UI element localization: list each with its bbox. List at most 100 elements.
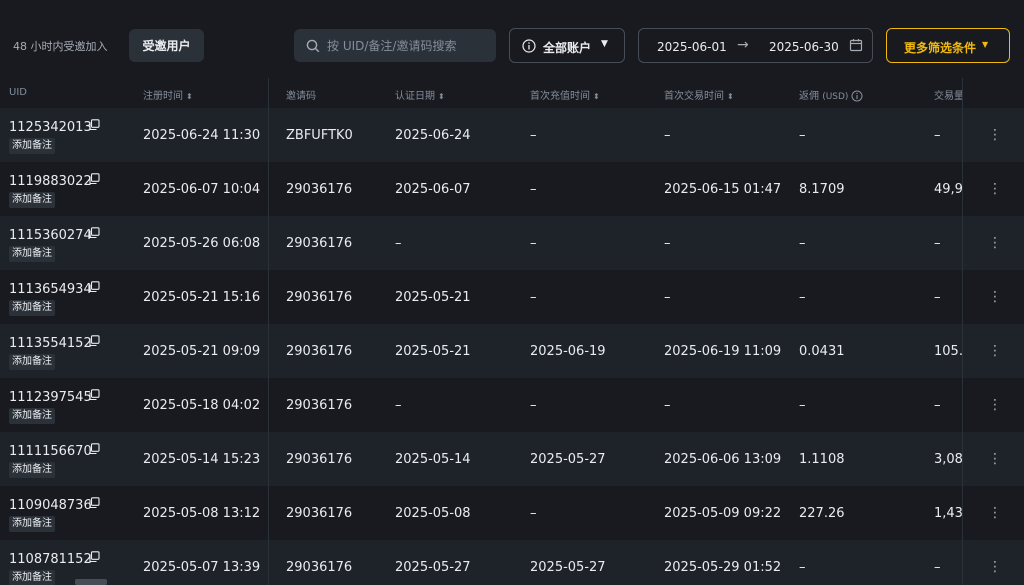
more-actions-icon[interactable]: ⋮	[988, 341, 1002, 361]
table-row: 1125342013 添加备注 2025-06-24 11:30 ZBFUFTK0 20…	[0, 108, 1024, 162]
commission-cell: –	[799, 290, 806, 305]
more-filters-button[interactable]: 更多筛选条件 ▼	[886, 28, 1010, 63]
register-time-cell: 2025-05-07 13:39	[143, 560, 261, 575]
invite-code-cell: 29036176	[286, 506, 353, 521]
add-note-button[interactable]: 添加备注	[9, 462, 55, 478]
date-range-picker[interactable]: 2025-06-01 → 2025-06-30	[638, 28, 873, 63]
col-first-deposit[interactable]: 首次充值时间 ⬍	[530, 87, 600, 102]
commission-cell: –	[799, 236, 806, 251]
uid-cell: 1113554152	[9, 336, 92, 351]
volume-cell: –	[934, 398, 941, 413]
more-actions-icon[interactable]: ⋮	[988, 557, 1002, 577]
horizontal-scrollbar[interactable]	[75, 579, 107, 585]
add-note-button[interactable]: 添加备注	[9, 354, 55, 370]
uid-cell: 1108781152	[9, 552, 92, 567]
action-column-divider	[962, 78, 963, 585]
col-verify-date-label: 认证日期	[395, 91, 435, 102]
search-input[interactable]	[327, 29, 492, 62]
more-actions-icon[interactable]: ⋮	[988, 449, 1002, 469]
volume-cell: 105.4	[934, 344, 962, 359]
copy-icon[interactable]	[88, 173, 100, 185]
caret-down-icon: ▼	[601, 39, 608, 49]
col-register-time[interactable]: 注册时间 ⬍	[143, 87, 193, 102]
invite-code-cell: 29036176	[286, 398, 353, 413]
uid-cell: 1115360274	[9, 228, 92, 243]
first-trade-cell: 2025-06-15 01:47	[664, 182, 782, 197]
copy-icon[interactable]	[88, 119, 100, 131]
more-actions-icon[interactable]: ⋮	[988, 287, 1002, 307]
invited-users-button[interactable]: 受邀用户	[129, 29, 204, 62]
volume-clip: 105.4	[934, 324, 962, 378]
sort-icon: ⬍	[438, 92, 445, 101]
volume-cell: –	[934, 290, 941, 305]
uid-cell: 1125342013	[9, 120, 92, 135]
commission-cell: –	[799, 128, 806, 143]
table-row: 1111156670 添加备注 2025-05-14 15:23 29036176 20…	[0, 432, 1024, 486]
register-time-cell: 2025-05-21 09:09	[143, 344, 261, 359]
info-icon	[522, 39, 536, 53]
invited-48h-label[interactable]: 48 小时内受邀加入	[13, 38, 108, 54]
more-actions-icon[interactable]: ⋮	[988, 395, 1002, 415]
commission-cell: 227.26	[799, 506, 845, 521]
volume-cell: 3,087	[934, 452, 962, 467]
col-commission: 返佣 (USD)	[799, 87, 863, 102]
invite-code-cell: ZBFUFTK0	[286, 128, 353, 143]
copy-icon[interactable]	[88, 281, 100, 293]
add-note-button[interactable]: 添加备注	[9, 300, 55, 316]
verify-date-cell: –	[395, 398, 402, 413]
add-note-button[interactable]: 添加备注	[9, 516, 55, 532]
invite-code-cell: 29036176	[286, 182, 353, 197]
commission-cell: 8.1709	[799, 182, 845, 197]
first-deposit-cell: 2025-05-27	[530, 560, 606, 575]
copy-icon[interactable]	[88, 497, 100, 509]
date-from[interactable]: 2025-06-01	[657, 40, 727, 54]
copy-icon[interactable]	[88, 443, 100, 455]
uid-cell: 1111156670	[9, 444, 92, 459]
search-box[interactable]	[294, 29, 496, 62]
invite-code-cell: 29036176	[286, 560, 353, 575]
more-actions-icon[interactable]: ⋮	[988, 125, 1002, 145]
register-time-cell: 2025-06-24 11:30	[143, 128, 261, 143]
copy-icon[interactable]	[88, 227, 100, 239]
register-time-cell: 2025-06-07 10:04	[143, 182, 261, 197]
more-filters-label: 更多筛选条件	[904, 41, 977, 55]
copy-icon[interactable]	[88, 551, 100, 563]
register-time-cell: 2025-05-18 04:02	[143, 398, 261, 413]
col-volume-clip: 交易量	[934, 78, 962, 108]
add-note-button[interactable]: 添加备注	[9, 192, 55, 208]
first-deposit-cell: –	[530, 506, 537, 521]
copy-icon[interactable]	[88, 389, 100, 401]
table-header: UID 注册时间 ⬍ 邀请码 认证日期 ⬍ 首次充值时间 ⬍ 首次交易时间 ⬍ 返佣 (…	[0, 78, 1024, 108]
invite-code-cell: 29036176	[286, 236, 353, 251]
arrow-right-icon: →	[737, 37, 749, 53]
first-trade-cell: –	[664, 398, 671, 413]
more-actions-icon[interactable]: ⋮	[988, 233, 1002, 253]
table-row: 1113654934 添加备注 2025-05-21 15:16 29036176 20…	[0, 270, 1024, 324]
volume-cell: –	[934, 128, 941, 143]
uid-cell: 1112397545	[9, 390, 92, 405]
add-note-button[interactable]: 添加备注	[9, 408, 55, 424]
more-actions-icon[interactable]: ⋮	[988, 179, 1002, 199]
col-uid: UID	[9, 87, 27, 98]
volume-cell: 49,92	[934, 182, 962, 197]
info-icon[interactable]	[851, 90, 863, 102]
invite-code-cell: 29036176	[286, 290, 353, 305]
first-trade-cell: –	[664, 290, 671, 305]
account-select[interactable]: 全部账户 ▼	[509, 28, 625, 63]
col-verify-date[interactable]: 认证日期 ⬍	[395, 87, 445, 102]
add-note-button[interactable]: 添加备注	[9, 246, 55, 262]
verify-date-cell: 2025-05-08	[395, 506, 471, 521]
col-first-trade[interactable]: 首次交易时间 ⬍	[664, 87, 734, 102]
add-note-button[interactable]: 添加备注	[9, 570, 55, 585]
first-trade-cell: –	[664, 236, 671, 251]
volume-clip: 49,92	[934, 162, 962, 216]
more-actions-icon[interactable]: ⋮	[988, 503, 1002, 523]
copy-icon[interactable]	[88, 335, 100, 347]
first-trade-cell: 2025-05-29 01:52	[664, 560, 782, 575]
add-note-button[interactable]: 添加备注	[9, 138, 55, 154]
volume-clip: 3,087	[934, 432, 962, 486]
volume-clip: –	[934, 378, 962, 432]
calendar-icon[interactable]	[849, 38, 863, 52]
verify-date-cell: 2025-06-24	[395, 128, 471, 143]
date-to[interactable]: 2025-06-30	[769, 40, 839, 54]
